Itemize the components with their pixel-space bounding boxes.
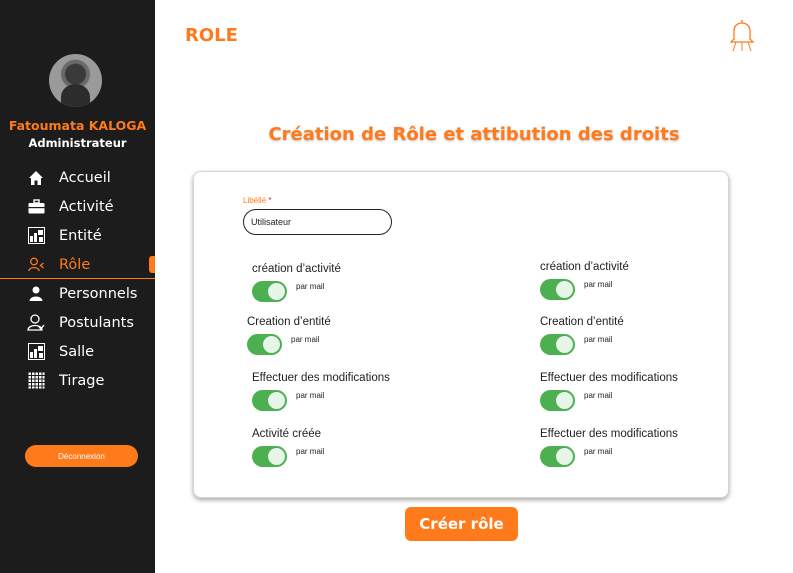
- sidebar-item-salle[interactable]: Salle: [0, 337, 155, 366]
- permission-toggle[interactable]: [540, 279, 575, 300]
- sidebar-item-label: Tirage: [59, 372, 105, 389]
- permission-toggle[interactable]: [252, 446, 287, 467]
- permission-sub: par mail: [584, 335, 613, 344]
- person-icon: [27, 285, 45, 303]
- sidebar-item-activite[interactable]: Activité: [0, 192, 155, 221]
- permission-toggle[interactable]: [540, 390, 575, 411]
- permission-toggle[interactable]: [252, 281, 287, 302]
- permission-toggle[interactable]: [540, 446, 575, 467]
- applicants-icon: [27, 314, 45, 332]
- toggle-knob: [268, 283, 285, 300]
- permission-sub: par mail: [296, 282, 325, 291]
- permission-left-2: Creation d’entité par mail: [247, 316, 331, 355]
- permission-title: création d’activité: [540, 261, 629, 273]
- permission-sub: par mail: [584, 280, 613, 289]
- entity-icon: [27, 227, 45, 245]
- toggle-knob: [268, 448, 285, 465]
- grid-icon: [27, 372, 45, 390]
- permission-left-1: création d’activité par mail: [252, 263, 341, 302]
- permission-title: Activité créée: [252, 428, 322, 440]
- role-form-card: Libéllé * création d’activité par mail C…: [193, 171, 729, 498]
- section-title: Création de Rôle et attibution des droit…: [268, 124, 680, 145]
- permission-left-3: Effectuer des modifications par mail: [252, 372, 390, 411]
- toggle-knob: [556, 448, 573, 465]
- create-role-button[interactable]: Créer rôle: [405, 507, 518, 541]
- permission-row: par mail: [247, 334, 331, 355]
- permission-sub: par mail: [584, 447, 613, 456]
- sidebar-nav: Accueil Activité Entité Rôle Personnels …: [0, 163, 155, 395]
- toggle-knob: [556, 392, 573, 409]
- permission-sub: par mail: [584, 391, 613, 400]
- avatar: [49, 54, 102, 107]
- permission-right-1: création d’activité par mail: [540, 261, 629, 300]
- sidebar-item-label: Personnels: [59, 285, 138, 302]
- permission-right-3: Effectuer des modifications par mail: [540, 372, 678, 411]
- role-label-input[interactable]: [243, 209, 392, 235]
- sidebar-item-accueil[interactable]: Accueil: [0, 163, 155, 192]
- permission-row: par mail: [540, 446, 678, 467]
- permission-row: par mail: [252, 446, 324, 467]
- bell-icon[interactable]: [729, 18, 755, 52]
- permission-right-2: Creation d’entité par mail: [540, 316, 624, 355]
- required-mark: *: [268, 196, 272, 205]
- permission-title: Creation d’entité: [247, 316, 331, 328]
- label-field-label: Libéllé *: [243, 196, 272, 205]
- permission-title: Creation d’entité: [540, 316, 624, 328]
- home-icon: [27, 169, 45, 187]
- sidebar-item-label: Activité: [59, 198, 114, 215]
- sidebar-item-label: Salle: [59, 343, 95, 360]
- sidebar-item-label: Accueil: [59, 169, 111, 186]
- permission-right-4: Effectuer des modifications par mail: [540, 428, 678, 467]
- logout-button[interactable]: Déconnexion: [25, 445, 138, 467]
- permission-toggle[interactable]: [540, 334, 575, 355]
- active-marker: [149, 256, 155, 273]
- sidebar: Fatoumata KALOGA Administrateur Accueil …: [0, 0, 155, 573]
- permission-sub: par mail: [296, 447, 325, 456]
- label-text: Libéllé: [243, 196, 267, 205]
- permission-toggle[interactable]: [247, 334, 282, 355]
- toggle-knob: [556, 281, 573, 298]
- sidebar-item-role[interactable]: Rôle: [0, 250, 155, 279]
- permission-title: Effectuer des modifications: [540, 372, 678, 384]
- permission-row: par mail: [252, 281, 341, 302]
- sidebar-item-label: Entité: [59, 227, 102, 244]
- toggle-knob: [263, 336, 280, 353]
- user-name: Fatoumata KALOGA: [8, 118, 147, 133]
- user-role: Administrateur: [28, 136, 127, 150]
- sidebar-item-entite[interactable]: Entité: [0, 221, 155, 250]
- permission-row: par mail: [252, 390, 390, 411]
- permission-sub: par mail: [291, 335, 320, 344]
- permission-row: par mail: [540, 279, 629, 300]
- sidebar-item-postulants[interactable]: Postulants: [0, 308, 155, 337]
- page-title: ROLE: [185, 25, 238, 46]
- permission-title: Effectuer des modifications: [252, 372, 390, 384]
- permission-title: création d’activité: [252, 263, 341, 275]
- permission-left-4: Activité créée par mail: [252, 428, 324, 467]
- permission-title: Effectuer des modifications: [540, 428, 678, 440]
- sidebar-item-label: Rôle: [59, 256, 91, 273]
- permission-toggle[interactable]: [252, 390, 287, 411]
- permission-row: par mail: [540, 334, 624, 355]
- toggle-knob: [268, 392, 285, 409]
- briefcase-icon: [27, 198, 45, 216]
- sidebar-item-tirage[interactable]: Tirage: [0, 366, 155, 395]
- room-icon: [27, 343, 45, 361]
- sidebar-item-label: Postulants: [59, 314, 134, 331]
- app-root: Fatoumata KALOGA Administrateur Accueil …: [0, 0, 793, 573]
- sidebar-item-personnels[interactable]: Personnels: [0, 279, 155, 308]
- toggle-knob: [556, 336, 573, 353]
- permission-row: par mail: [540, 390, 678, 411]
- permission-sub: par mail: [296, 391, 325, 400]
- role-icon: [27, 256, 45, 274]
